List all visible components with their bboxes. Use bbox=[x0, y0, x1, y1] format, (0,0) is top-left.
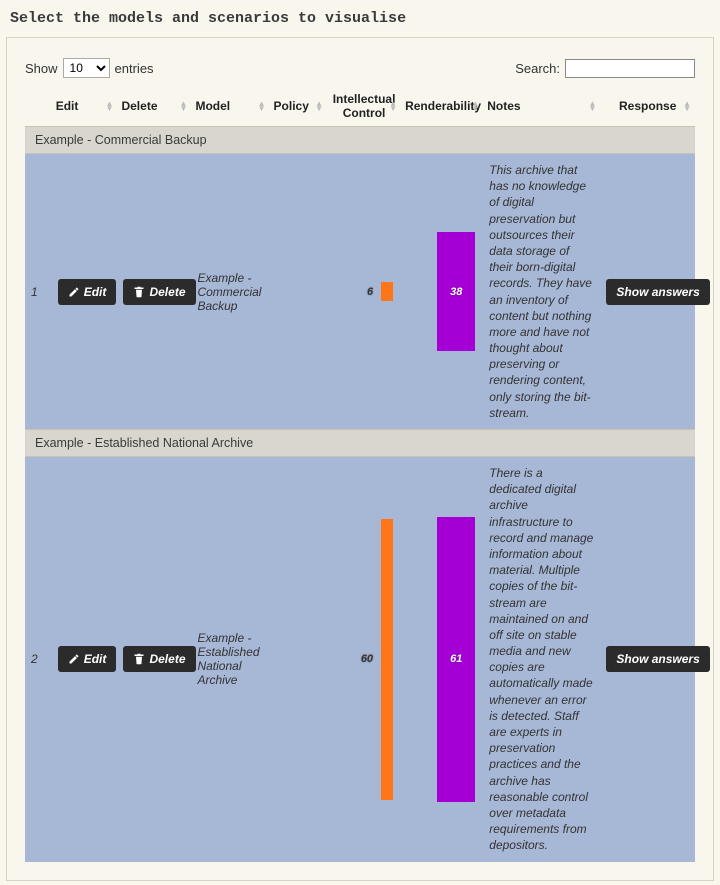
col-renderability[interactable]: Renderability▲▼ bbox=[401, 86, 483, 127]
show-label: Show bbox=[25, 61, 58, 76]
edit-button[interactable]: Edit bbox=[58, 279, 117, 305]
sort-icon: ▲▼ bbox=[258, 101, 266, 111]
cell-edit: Edit bbox=[52, 154, 118, 430]
col-index bbox=[25, 86, 52, 127]
col-ic-label: Intellectual Control bbox=[333, 92, 396, 120]
table-row: 2 Edit Delete Example - Established Nationa… bbox=[25, 457, 695, 862]
results-table: Edit ▲▼ Delete ▲▼ Model ▲▼ Policy ▲▼ Intelle… bbox=[25, 86, 695, 862]
col-delete-label: Delete bbox=[121, 99, 157, 113]
col-notes[interactable]: Notes ▲▼ bbox=[483, 86, 600, 127]
table-row: 1 Edit Delete Example - Commercial Backup 6 3… bbox=[25, 154, 695, 430]
col-notes-label: Notes bbox=[487, 99, 520, 113]
entries-label: entries bbox=[115, 61, 154, 76]
cell-renderability: 61 bbox=[401, 457, 483, 862]
cell-model: Example - Commercial Backup bbox=[191, 154, 269, 430]
renderability-bar: 38 bbox=[437, 232, 475, 352]
sort-icon: ▲▼ bbox=[180, 101, 188, 111]
page-title: Select the models and scenarios to visua… bbox=[6, 4, 714, 37]
delete-label: Delete bbox=[149, 652, 185, 666]
cell-response: Show answers bbox=[600, 154, 695, 430]
sort-icon: ▲▼ bbox=[588, 101, 596, 111]
group-title: Example - Commercial Backup bbox=[25, 127, 695, 154]
renderability-value: 61 bbox=[450, 653, 462, 665]
edit-label: Edit bbox=[84, 285, 107, 299]
row-index: 1 bbox=[25, 154, 52, 430]
intellectual-control-value: 60 bbox=[361, 653, 373, 665]
delete-button[interactable]: Delete bbox=[123, 646, 195, 672]
renderability-value: 38 bbox=[450, 286, 462, 298]
col-policy[interactable]: Policy ▲▼ bbox=[270, 86, 328, 127]
page-size-select[interactable]: 102550100 bbox=[63, 58, 110, 78]
group-header: Example - Commercial Backup bbox=[25, 127, 695, 154]
table-toolbar: Show 102550100 entries Search: bbox=[7, 38, 713, 86]
search-input[interactable] bbox=[565, 59, 695, 78]
col-edit-label: Edit bbox=[56, 99, 79, 113]
col-response-label: Response bbox=[619, 99, 676, 113]
group-header: Example - Established National Archive bbox=[25, 430, 695, 457]
cell-renderability: 38 bbox=[401, 154, 483, 430]
search-label: Search: bbox=[515, 61, 560, 76]
intellectual-control-bar bbox=[381, 282, 393, 301]
col-model[interactable]: Model ▲▼ bbox=[191, 86, 269, 127]
sort-icon: ▲▼ bbox=[315, 101, 323, 111]
results-panel: Show 102550100 entries Search: Edit ▲▼ De… bbox=[6, 37, 714, 881]
delete-label: Delete bbox=[149, 285, 185, 299]
col-intellectual-control[interactable]: Intellectual Control▲▼ bbox=[327, 86, 401, 127]
sort-icon: ▲▼ bbox=[106, 101, 114, 111]
edit-label: Edit bbox=[84, 652, 107, 666]
show-answers-button[interactable]: Show answers bbox=[606, 279, 709, 305]
intellectual-control-bar bbox=[381, 519, 393, 800]
renderability-bar: 61 bbox=[437, 517, 475, 802]
cell-intellectual-control: 6 bbox=[327, 154, 401, 430]
cell-response: Show answers bbox=[600, 457, 695, 862]
cell-delete: Delete bbox=[117, 154, 191, 430]
col-model-label: Model bbox=[195, 99, 230, 113]
cell-policy bbox=[270, 154, 328, 430]
col-rend-label: Renderability bbox=[405, 99, 481, 113]
cell-notes: This archive that has no knowledge of di… bbox=[483, 154, 600, 430]
page-size-control: Show 102550100 entries bbox=[25, 58, 154, 78]
cell-intellectual-control: 60 bbox=[327, 457, 401, 862]
row-index: 2 bbox=[25, 457, 52, 862]
cell-model: Example - Established National Archive bbox=[191, 457, 269, 862]
col-response[interactable]: Response ▲▼ bbox=[600, 86, 695, 127]
search-control: Search: bbox=[515, 59, 695, 78]
intellectual-control-value: 6 bbox=[367, 286, 373, 298]
col-edit[interactable]: Edit ▲▼ bbox=[52, 86, 118, 127]
col-delete[interactable]: Delete ▲▼ bbox=[117, 86, 191, 127]
delete-button[interactable]: Delete bbox=[123, 279, 195, 305]
cell-delete: Delete bbox=[117, 457, 191, 862]
col-policy-label: Policy bbox=[274, 99, 309, 113]
cell-notes: There is a dedicated digital archive inf… bbox=[483, 457, 600, 862]
sort-icon: ▲▼ bbox=[683, 101, 691, 111]
cell-edit: Edit bbox=[52, 457, 118, 862]
header-row: Edit ▲▼ Delete ▲▼ Model ▲▼ Policy ▲▼ Intelle… bbox=[25, 86, 695, 127]
cell-policy bbox=[270, 457, 328, 862]
group-title: Example - Established National Archive bbox=[25, 430, 695, 457]
show-answers-button[interactable]: Show answers bbox=[606, 646, 709, 672]
edit-button[interactable]: Edit bbox=[58, 646, 117, 672]
